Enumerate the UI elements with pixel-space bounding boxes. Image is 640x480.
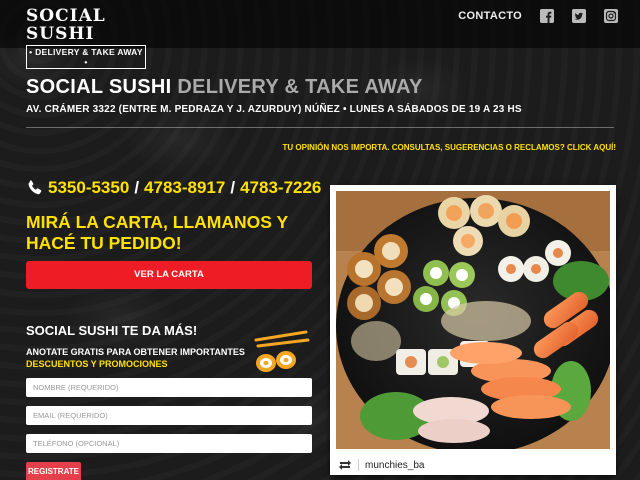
- repost-icon: [339, 460, 351, 470]
- page-title-main: SOCIAL SUSHI: [26, 76, 172, 98]
- phone-1[interactable]: 5350-5350: [48, 178, 129, 198]
- logo-title: SOCIAL SUSHI: [26, 6, 106, 44]
- nav-contact-link[interactable]: CONTACTO: [458, 10, 522, 22]
- email-field[interactable]: EMAIL (REQUERIDO): [26, 406, 312, 425]
- twitter-icon[interactable]: [572, 9, 586, 23]
- sushi-roll-icon: [254, 330, 310, 372]
- facebook-icon[interactable]: [540, 9, 554, 23]
- address-hours: AV. CRÁMER 3322 (ENTRE M. PEDRAZA Y J. A…: [26, 104, 522, 115]
- view-menu-button[interactable]: VER LA CARTA: [26, 261, 312, 289]
- cta-text: MIRÁ LA CARTA, LLAMANOS Y HACÉ TU PEDIDO…: [26, 212, 288, 253]
- name-field[interactable]: NOMBRE (REQUERIDO): [26, 378, 312, 397]
- photo-credit-handle[interactable]: munchies_ba: [365, 460, 424, 471]
- page-title: SOCIAL SUSHI DELIVERY & TAKE AWAY: [26, 76, 423, 99]
- header-bar: SOCIAL SUSHI • DELIVERY & TAKE AWAY • CO…: [0, 0, 640, 69]
- credit-divider: [358, 459, 359, 471]
- phone-3[interactable]: 4783-7226: [240, 178, 321, 198]
- register-button[interactable]: REGISTRATE: [26, 462, 81, 480]
- logo-tagline: • DELIVERY & TAKE AWAY •: [26, 45, 146, 69]
- phone-field[interactable]: TELÉFONO (OPCIONAL): [26, 434, 312, 453]
- top-nav: CONTACTO: [458, 9, 618, 23]
- phone-numbers: 5350-5350 / 4783-8917 / 4783-7226: [26, 178, 321, 198]
- page-title-sub: DELIVERY & TAKE AWAY: [177, 76, 423, 98]
- opinion-link[interactable]: TU OPINIÓN NOS IMPORTA. CONSULTAS, SUGER…: [283, 143, 616, 152]
- logo[interactable]: SOCIAL SUSHI • DELIVERY & TAKE AWAY •: [26, 7, 146, 69]
- instagram-photo-card[interactable]: munchies_ba: [330, 185, 616, 475]
- divider: [26, 127, 614, 128]
- signup-desc-prefix: ANOTATE GRATIS PARA OBTENER IMPORTANTES: [26, 347, 245, 357]
- phone-2[interactable]: 4783-8917: [144, 178, 225, 198]
- signup-desc-highlight: DESCUENTOS Y PROMOCIONES: [26, 359, 168, 369]
- phone-icon: [28, 180, 42, 195]
- instagram-icon[interactable]: [604, 9, 618, 23]
- phone-separator: /: [134, 178, 140, 197]
- photo-credit: munchies_ba: [338, 459, 424, 471]
- signup-title: SOCIAL SUSHI TE DA MÁS!: [26, 323, 198, 338]
- sushi-platter-image: [336, 191, 610, 449]
- phone-separator: /: [230, 178, 236, 197]
